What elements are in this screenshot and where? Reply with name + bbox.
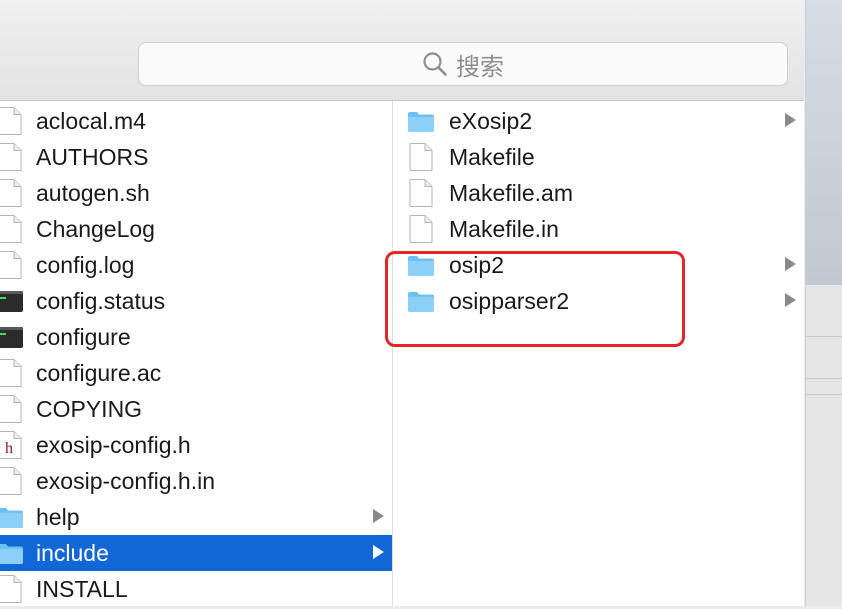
list-item-label: include bbox=[36, 539, 109, 566]
disclosure-arrow-icon[interactable] bbox=[785, 257, 796, 271]
terminal-icon bbox=[0, 286, 24, 316]
document-icon bbox=[0, 214, 24, 244]
list-item-label: help bbox=[36, 503, 80, 530]
document-icon bbox=[0, 178, 24, 208]
document-icon bbox=[407, 178, 435, 208]
list-item-label: config.log bbox=[36, 251, 135, 278]
list-item-label: Makefile.in bbox=[449, 215, 559, 242]
document-icon bbox=[0, 574, 24, 604]
list-item[interactable]: aclocal.m4 bbox=[0, 103, 392, 139]
list-item[interactable]: configure bbox=[0, 319, 392, 355]
folder-icon bbox=[0, 502, 24, 532]
list-item[interactable]: INSTALL bbox=[0, 571, 392, 607]
list-item[interactable]: include bbox=[0, 535, 392, 571]
document-icon bbox=[0, 394, 24, 424]
document-icon bbox=[407, 142, 435, 172]
header-file-icon: h bbox=[0, 430, 24, 460]
list-item-label: AUTHORS bbox=[36, 143, 149, 170]
list-item[interactable]: AUTHORS bbox=[0, 139, 392, 175]
list-item-label: exosip-config.h.in bbox=[36, 467, 215, 494]
list-item-label: Makefile bbox=[449, 143, 535, 170]
list-item-label: aclocal.m4 bbox=[36, 107, 146, 134]
directory-column-1[interactable]: aclocal.m4 AUTHORS autogen.sh ChangeLog conf… bbox=[0, 101, 393, 606]
document-icon bbox=[407, 214, 435, 244]
list-item[interactable]: COPYING bbox=[0, 391, 392, 427]
folder-icon bbox=[407, 106, 435, 136]
list-item[interactable]: help bbox=[0, 499, 392, 535]
list-item[interactable]: eXosip2 bbox=[393, 103, 804, 139]
window-edge bbox=[805, 0, 842, 606]
list-item[interactable]: Makefile bbox=[393, 139, 804, 175]
folder-icon bbox=[0, 538, 24, 568]
list-item-label: eXosip2 bbox=[449, 107, 533, 134]
list-item-label: Makefile.am bbox=[449, 179, 573, 206]
list-item-label: INSTALL bbox=[36, 575, 128, 602]
document-icon bbox=[0, 250, 24, 280]
document-icon bbox=[0, 106, 24, 136]
disclosure-arrow-icon[interactable] bbox=[785, 113, 796, 127]
list-item[interactable]: exosip-config.h.in bbox=[0, 463, 392, 499]
list-item-label: exosip-config.h bbox=[36, 431, 191, 458]
list-item[interactable]: ChangeLog bbox=[0, 211, 392, 247]
finder-toolbar: 搜索 bbox=[0, 0, 804, 101]
list-item[interactable]: Makefile.in bbox=[393, 211, 804, 247]
search-placeholder: 搜索 bbox=[456, 53, 504, 81]
document-icon bbox=[0, 142, 24, 172]
document-icon bbox=[0, 466, 24, 496]
disclosure-arrow-icon[interactable] bbox=[373, 509, 384, 523]
list-item-label: autogen.sh bbox=[36, 179, 150, 206]
list-item[interactable]: config.log bbox=[0, 247, 392, 283]
svg-text:h: h bbox=[5, 440, 13, 457]
search-icon bbox=[423, 52, 447, 76]
list-item-label: ChangeLog bbox=[36, 215, 155, 242]
list-item[interactable]: autogen.sh bbox=[0, 175, 392, 211]
terminal-icon bbox=[0, 322, 24, 352]
list-item-label: COPYING bbox=[36, 395, 143, 422]
column-browser: aclocal.m4 AUTHORS autogen.sh ChangeLog conf… bbox=[0, 101, 804, 606]
disclosure-arrow-icon[interactable] bbox=[373, 545, 384, 559]
directory-column-2[interactable]: eXosip2 Makefile Makefile.am Makefile.in osi… bbox=[393, 101, 804, 606]
list-item-label: config.status bbox=[36, 287, 166, 314]
document-icon bbox=[0, 358, 24, 388]
list-item[interactable]: h exosip-config.h bbox=[0, 427, 392, 463]
list-item[interactable]: config.status bbox=[0, 283, 392, 319]
search-field[interactable]: 搜索 bbox=[138, 42, 788, 86]
list-item-label: configure bbox=[36, 323, 131, 350]
list-item-label: configure.ac bbox=[36, 359, 162, 386]
annotation-highlight-box bbox=[385, 251, 685, 347]
disclosure-arrow-icon[interactable] bbox=[785, 293, 796, 307]
background-window bbox=[806, 0, 842, 285]
list-item[interactable]: Makefile.am bbox=[393, 175, 804, 211]
list-item[interactable]: configure.ac bbox=[0, 355, 392, 391]
